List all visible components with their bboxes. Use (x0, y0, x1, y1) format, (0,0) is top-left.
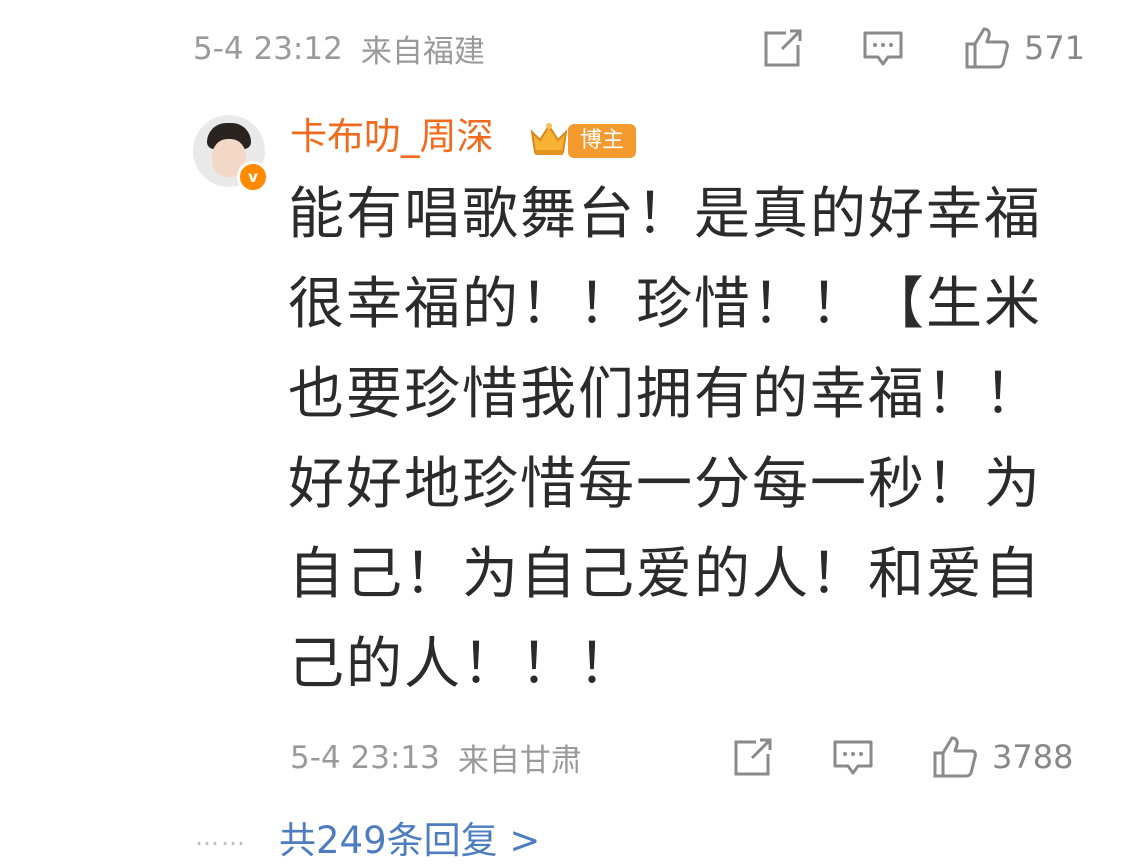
reply-username[interactable]: 卡布叻_周深 (290, 112, 494, 162)
comment-icon[interactable] (862, 27, 904, 69)
reply-time: 5-4 23:13 (290, 739, 440, 776)
blogger-badge: 博主 (568, 124, 637, 158)
reply-location: 来自甘肃 (457, 743, 582, 779)
parent-location: 来自福建 (360, 34, 485, 70)
reply-actions: 3788 (732, 735, 1073, 779)
verified-badge-icon: v (237, 161, 269, 193)
more-replies-link[interactable]: 共249条回复 > (279, 810, 540, 864)
crown-icon (528, 120, 570, 158)
like-icon[interactable] (964, 26, 1010, 70)
comment-icon[interactable] (832, 736, 874, 778)
parent-actions: 571 (762, 26, 1085, 70)
like-icon[interactable] (932, 735, 978, 779)
more-replies-dots: …… (195, 823, 247, 851)
parent-meta-row: 5-4 23:12 来自福建 (193, 26, 485, 71)
share-icon[interactable] (762, 27, 804, 69)
more-replies: …… 共249条回复 > (195, 810, 540, 864)
reply-text: 能有唱歌舞台！是真的好幸福很幸福的！！珍惜！！【生米也要珍惜我们拥有的幸福！！好… (288, 182, 1042, 697)
avatar[interactable]: v (193, 115, 269, 193)
reply-like-count: 3788 (992, 738, 1074, 776)
reply-meta-row: 5-4 23:13 来自甘肃 (290, 735, 582, 780)
parent-time: 5-4 23:12 (193, 30, 343, 67)
share-icon[interactable] (732, 736, 774, 778)
parent-like-count: 571 (1024, 29, 1086, 67)
